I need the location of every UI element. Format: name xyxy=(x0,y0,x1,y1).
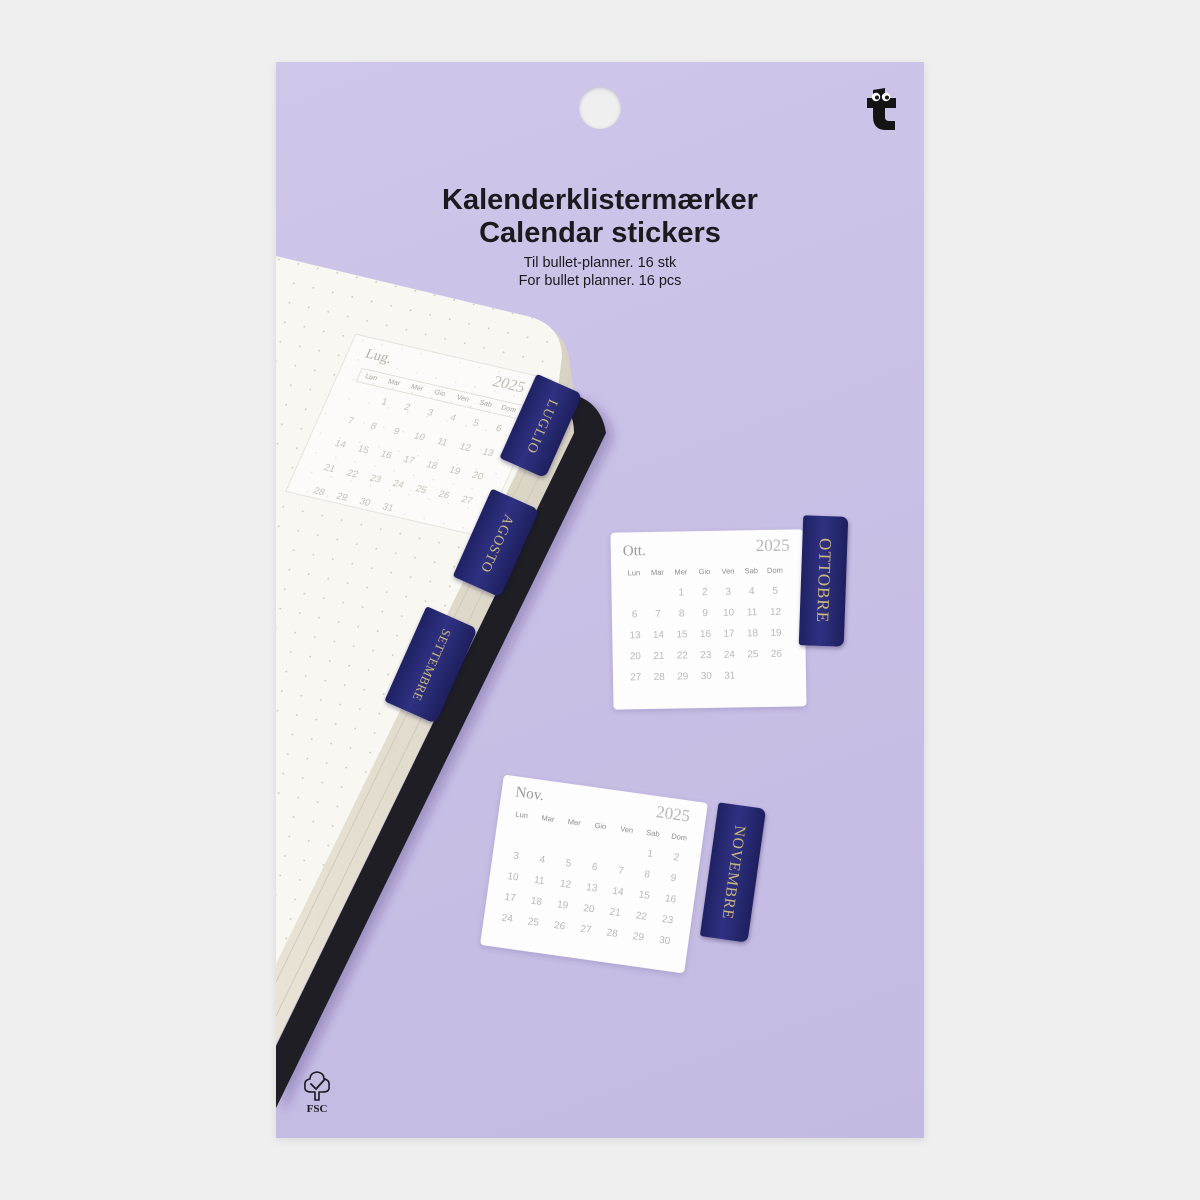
title-danish: Kalenderklistermærker xyxy=(442,184,758,216)
empty-day xyxy=(765,665,789,686)
day-number: 29 xyxy=(677,671,689,683)
weekday-label: Dom xyxy=(670,831,688,843)
weekday-label: Lun xyxy=(627,568,641,578)
day-number: 1 xyxy=(678,587,685,599)
empty-day xyxy=(646,583,670,604)
subtitle-english: For bullet planner. 16 pcs xyxy=(518,273,682,289)
tab-label: AGOSTO xyxy=(476,511,517,575)
calendar-month: Nov. xyxy=(514,784,546,805)
day-number: 4 xyxy=(748,586,755,598)
weekday-label: Ven xyxy=(721,566,735,576)
day-number: 26 xyxy=(770,648,783,660)
day-number: 20 xyxy=(629,651,642,663)
day-number: 9 xyxy=(702,608,709,620)
day-number: 7 xyxy=(655,608,662,620)
day-number: 6 xyxy=(631,609,638,621)
day-number: 22 xyxy=(676,650,689,662)
package-titles: Kalenderklistermærker Calendar stickers … xyxy=(276,184,924,290)
day-number: 28 xyxy=(605,927,619,940)
day-number: 27 xyxy=(630,672,642,684)
day-number: 14 xyxy=(652,629,665,641)
fsc-tree-icon xyxy=(304,1071,330,1101)
weekday-label: Mar xyxy=(540,813,556,824)
day-number: 18 xyxy=(746,628,759,640)
day-number: 28 xyxy=(653,671,665,683)
weekday-label: Sab xyxy=(744,566,759,576)
day-number: 17 xyxy=(723,628,735,640)
weekday-label: Gio xyxy=(698,566,711,577)
day-number: 30 xyxy=(658,934,671,948)
fsc-label: FSC xyxy=(306,1103,328,1115)
day-number: 13 xyxy=(629,630,641,642)
day-number: 31 xyxy=(724,670,736,682)
day-number: 15 xyxy=(676,629,688,641)
calendar-sticker-november: Nov. 2025 Lun Mar Mer Gio Ven Sab Dom 12345678… xyxy=(480,774,708,974)
tab-label: SETTEMBRE xyxy=(409,626,454,704)
day-number: 30 xyxy=(700,670,712,683)
calendar-month: Ott. xyxy=(622,543,646,560)
day-number: 12 xyxy=(769,606,782,618)
day-number: 29 xyxy=(632,931,645,944)
subtitle-danish: Til bullet-planner. 16 stk xyxy=(523,255,677,271)
empty-day xyxy=(622,583,646,604)
fsc-logo: FSC xyxy=(296,1070,338,1120)
hang-hole xyxy=(579,87,621,129)
weekday-label: Lun xyxy=(514,809,529,821)
day-number: 25 xyxy=(747,649,759,661)
month-tab-ottobre: OTTOBRE xyxy=(798,515,849,647)
day-number: 2 xyxy=(701,587,708,599)
day-number: 3 xyxy=(725,586,732,598)
calendar-year: 2025 xyxy=(654,802,692,826)
day-number: 24 xyxy=(500,912,514,926)
title-english: Calendar stickers xyxy=(479,217,721,249)
day-number: 26 xyxy=(553,920,566,933)
weekday-label: Gio xyxy=(594,820,607,832)
weekday-label: Mar xyxy=(650,567,664,577)
weekday-label: Dom xyxy=(766,565,783,575)
day-number: 25 xyxy=(527,916,540,929)
day-number: 21 xyxy=(653,650,665,662)
calendar-sticker-october: Ott. 2025 Lun Mar Mer Gio Ven Sab Dom 12345678… xyxy=(610,529,807,710)
tab-label: NOVEMBRE xyxy=(718,824,749,921)
day-grid: 1 2 3 4 5 6 7 8 9 10 11 12 13 14 15 16 17 18 19 20 21 22 23 24 2… xyxy=(622,581,788,689)
tab-label: OTTOBRE xyxy=(813,538,835,624)
brand-logo-icon xyxy=(867,88,896,130)
weekday-label: Mer xyxy=(567,816,582,828)
weekday-row: Lun Mar Mer Gio Ven Sab Dom xyxy=(622,565,787,580)
day-number: 23 xyxy=(700,649,712,662)
day-number: 27 xyxy=(579,923,593,937)
day-number: 19 xyxy=(770,627,782,639)
empty-day xyxy=(741,665,765,686)
day-number: 24 xyxy=(723,649,736,661)
day-number: 16 xyxy=(699,628,712,641)
weekday-label: Ven xyxy=(619,824,634,835)
day-number: 5 xyxy=(772,585,779,597)
tab-label: LUGLIO xyxy=(522,396,561,456)
day-number: 11 xyxy=(746,607,758,619)
day-number: 10 xyxy=(722,607,735,619)
notebook-illustration xyxy=(276,256,613,1113)
day-grid: 1 2 3 4 5 6 7 8 9 10 11 12 13 14 15 16 17 18 19 20 21 22 23 24 2… xyxy=(493,823,691,953)
weekday-label: Sab xyxy=(645,827,661,839)
day-number: 8 xyxy=(678,608,685,620)
weekday-label: Mer xyxy=(674,567,688,577)
calendar-year: 2025 xyxy=(755,535,790,556)
